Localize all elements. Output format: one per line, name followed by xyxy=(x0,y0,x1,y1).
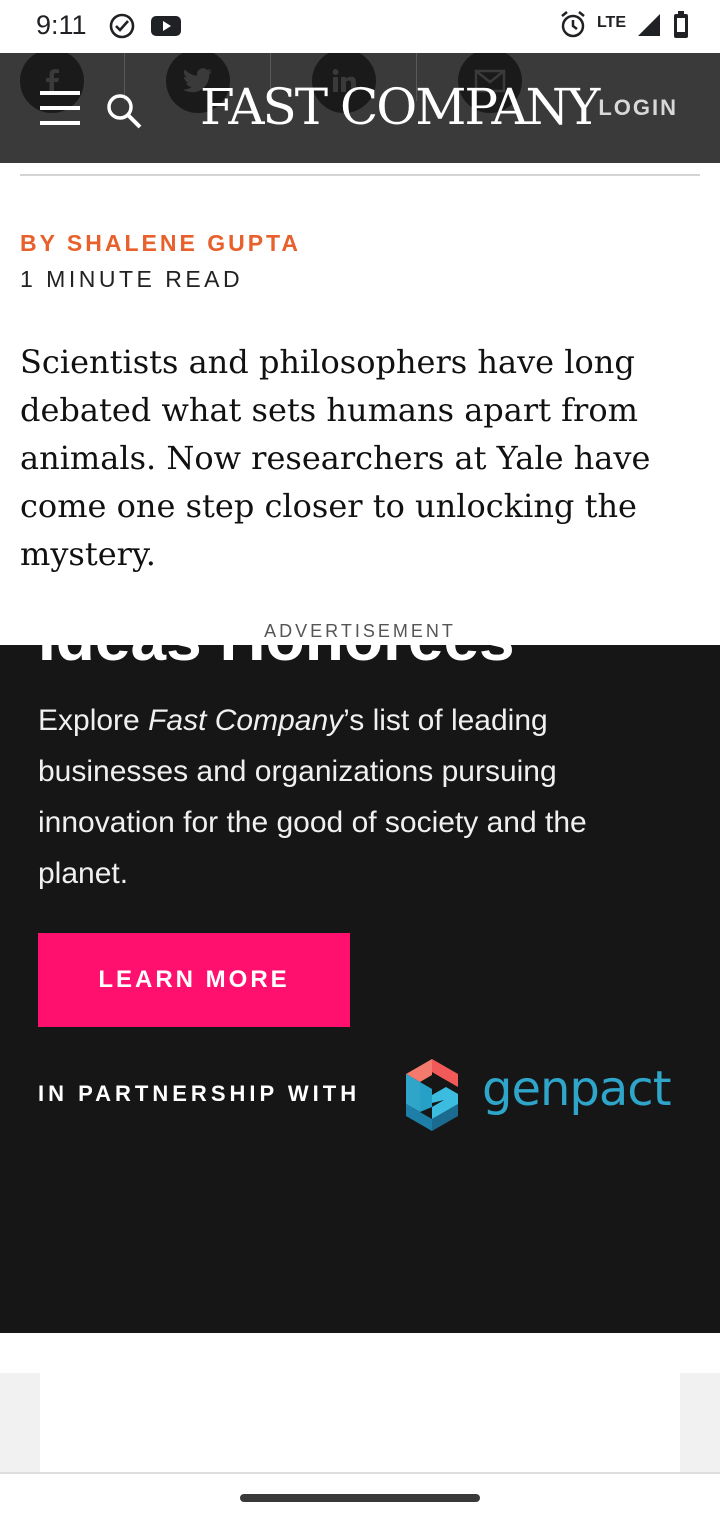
network-label: LTE xyxy=(596,14,626,31)
home-gesture-handle[interactable] xyxy=(240,1494,480,1502)
partner-label: IN PARTNERSHIP WITH xyxy=(38,1081,361,1106)
ad-body-prefix: Explore xyxy=(38,704,149,737)
search-icon[interactable] xyxy=(104,91,144,131)
ad-headline: Ideas Honorees xyxy=(38,645,515,675)
alarm-icon xyxy=(559,10,587,44)
article-lede: Scientists and philosophers have long de… xyxy=(20,343,651,573)
login-link[interactable]: LOGIN xyxy=(598,95,678,121)
status-bar: 9:11 LTE xyxy=(0,0,720,53)
learn-more-button[interactable]: LEARN MORE xyxy=(38,933,350,1027)
status-time: 9:11 xyxy=(36,10,87,40)
signal-icon xyxy=(636,12,662,42)
system-navigation-bar xyxy=(0,1472,720,1522)
ad-body: Explore Fast Company’s list of leading b… xyxy=(38,695,678,899)
check-circle-icon xyxy=(108,12,136,44)
secondary-ad-slot xyxy=(0,1373,720,1473)
genpact-logo-icon xyxy=(404,1057,460,1133)
youtube-icon xyxy=(150,14,182,42)
ad-body-italic: Fast Company xyxy=(148,704,344,737)
site-header: FAST COMPANY LOGIN xyxy=(0,53,720,163)
genpact-wordmark: genpact xyxy=(482,1061,672,1117)
read-time: 1 MINUTE READ xyxy=(20,266,244,292)
author-byline[interactable]: BY SHALENE GUPTA xyxy=(20,230,301,257)
advertisement-banner[interactable]: Ideas Honorees Explore Fast Company’s li… xyxy=(0,645,720,1333)
site-logo[interactable]: FAST COMPANY xyxy=(200,79,600,135)
article-divider xyxy=(20,174,700,176)
menu-icon[interactable] xyxy=(40,91,80,125)
advertisement-label: ADVERTISEMENT xyxy=(264,621,456,641)
secondary-ad-content[interactable] xyxy=(40,1373,680,1473)
battery-icon xyxy=(672,10,690,44)
